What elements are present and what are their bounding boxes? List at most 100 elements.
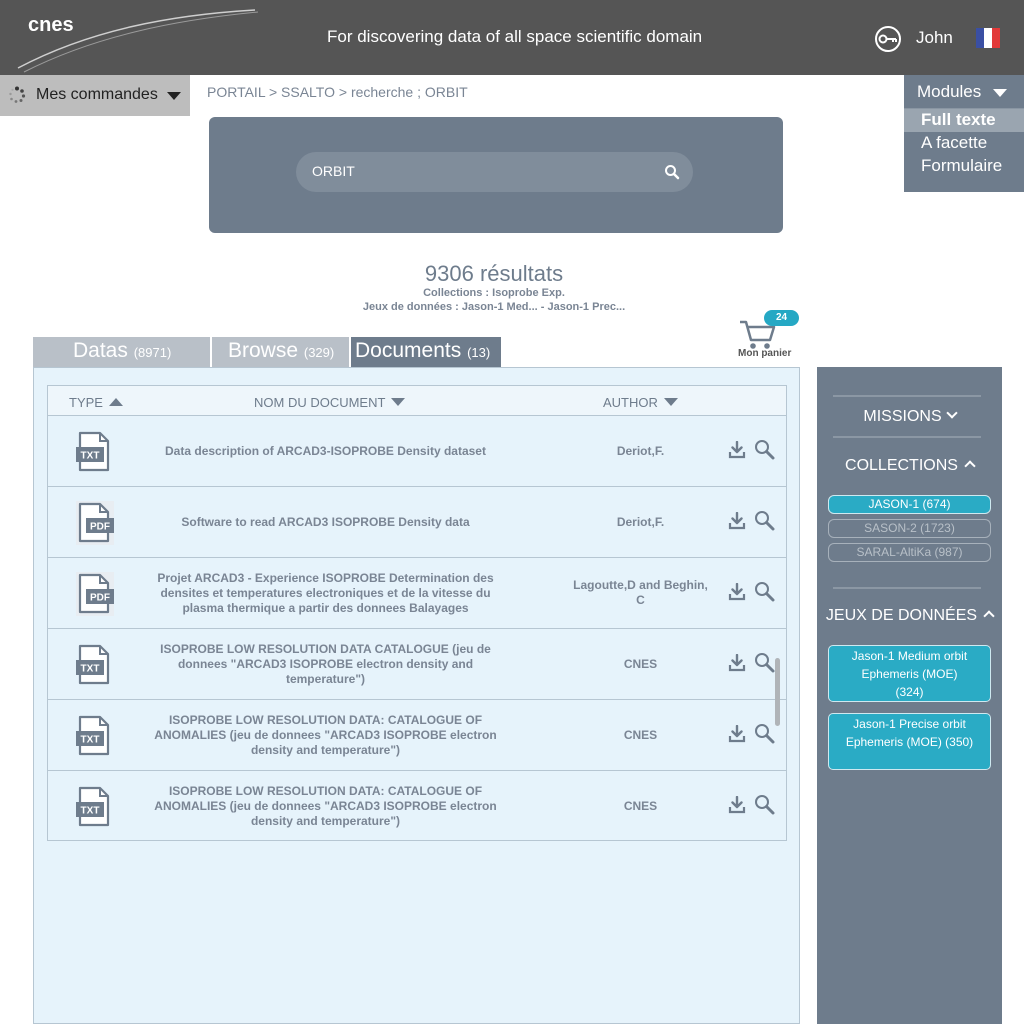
collection-filter[interactable]: SASON-2 (1723) — [828, 519, 991, 538]
swoosh-decoration — [17, 9, 259, 73]
svg-text:TXT: TXT — [81, 806, 100, 817]
search-icon[interactable] — [664, 164, 680, 180]
results-count: 9306 résultats — [424, 261, 564, 286]
document-author: CNES — [623, 656, 658, 671]
search-box — [296, 152, 693, 192]
divider — [833, 587, 981, 589]
search-panel — [209, 117, 783, 233]
dataset-filter-line: Ephemeris (MOE) — [861, 667, 958, 681]
caret-down-icon — [993, 89, 1007, 97]
flag-stripe — [984, 28, 992, 48]
download-icon[interactable] — [728, 582, 746, 605]
facet-missions-toggle[interactable]: MISSIONS — [817, 407, 1002, 426]
download-icon[interactable] — [728, 653, 746, 676]
header-bar: cnes For discovering data of all space s… — [0, 0, 1024, 75]
facet-datasets-toggle[interactable]: JEUX DE DONNÉES — [817, 607, 1002, 625]
modules-toggle[interactable]: Modules — [904, 75, 1024, 109]
sort-by-author[interactable]: AUTHOR — [603, 395, 678, 410]
facet-collections-label: COLLECTIONS — [845, 457, 958, 474]
txt-file-icon: TXT — [76, 714, 114, 762]
modules-label: Modules — [917, 82, 982, 101]
dataset-filter[interactable]: Jason-1 Medium orbit Ephemeris (MOE) (32… — [828, 645, 991, 702]
table-row[interactable]: TXT ISOPROBE LOW RESOLUTION DATA CATALOGU… — [48, 629, 786, 700]
dataset-filter-line: Jason-1 Precise orbit — [853, 717, 966, 731]
table-row[interactable]: PDF Software to read ARCAD3 ISOPROBE Dens… — [48, 487, 786, 558]
sort-by-type[interactable]: TYPE — [69, 395, 123, 410]
tab-documents-label: Documents — [355, 339, 462, 362]
sort-up-icon — [108, 398, 123, 406]
dataset-filter-line: (324) — [895, 685, 924, 699]
results-datasets: Jeux de données : Jason-1 Med... - Jason… — [362, 301, 626, 313]
cnes-logo[interactable]: cnes — [28, 14, 74, 37]
document-name[interactable]: ISOPROBE LOW RESOLUTION DATA: CATALOGUE … — [143, 771, 508, 841]
tab-datas[interactable]: Datas (8971) — [33, 337, 210, 367]
collection-filter[interactable]: SARAL-AltiKa (987) — [828, 543, 991, 562]
facet-datasets-label: JEUX DE DONNÉES — [825, 607, 978, 624]
svg-text:TXT: TXT — [81, 735, 100, 746]
documents-panel: TYPE NOM DU DOCUMENT AUTHOR TXT Data desc… — [33, 367, 800, 1024]
french-flag-icon[interactable] — [976, 28, 1000, 48]
search-input[interactable] — [312, 163, 652, 179]
document-name[interactable]: ISOPROBE LOW RESOLUTION DATA: CATALOGUE … — [143, 700, 508, 770]
orders-dropdown[interactable]: Mes commandes — [0, 75, 190, 116]
module-form[interactable]: Formulaire — [904, 155, 1024, 178]
tab-documents-count: (13) — [467, 345, 491, 360]
col-type-label: TYPE — [69, 395, 103, 410]
facet-collections-toggle[interactable]: COLLECTIONS — [817, 457, 1002, 475]
pdf-file-icon: PDF — [76, 572, 114, 620]
download-icon[interactable] — [728, 440, 746, 463]
user-name[interactable]: John — [916, 28, 953, 48]
sort-by-name[interactable]: NOM DU DOCUMENT — [254, 395, 406, 410]
download-icon[interactable] — [728, 795, 746, 818]
preview-icon[interactable] — [754, 652, 776, 678]
document-name[interactable]: Software to read ARCAD3 ISOPROBE Density… — [143, 487, 508, 557]
breadcrumb[interactable]: PORTAIL > SSALTO > recherche ; ORBIT — [207, 84, 468, 100]
chevron-up-icon — [983, 610, 995, 622]
tab-documents[interactable]: Documents (13) — [351, 337, 501, 367]
cart-count-badge: 24 — [764, 310, 799, 326]
tab-datas-label: Datas — [73, 339, 128, 362]
divider — [833, 395, 981, 397]
preview-icon[interactable] — [754, 439, 776, 465]
document-name[interactable]: Data description of ARCAD3-ISOPROBE Dens… — [143, 416, 508, 486]
preview-icon[interactable] — [754, 510, 776, 536]
preview-icon[interactable] — [754, 581, 776, 607]
col-name-label: NOM DU DOCUMENT — [254, 395, 386, 410]
facets-sidebar: MISSIONS COLLECTIONS JASON-1 (674) SASON… — [817, 367, 1002, 1024]
txt-file-icon: TXT — [76, 430, 114, 478]
sort-down-icon — [391, 398, 406, 406]
chevron-down-icon — [945, 407, 958, 419]
chevron-up-icon — [964, 460, 976, 472]
tab-browse-label: Browse — [228, 339, 299, 362]
header-tagline: For discovering data of all space scient… — [327, 27, 703, 46]
table-row[interactable]: PDF Projet ARCAD3 - Experience ISOPROBE D… — [48, 558, 786, 629]
document-name[interactable]: ISOPROBE LOW RESOLUTION DATA CATALOGUE (… — [143, 629, 508, 699]
flag-stripe — [992, 28, 1000, 48]
preview-icon[interactable] — [754, 723, 776, 749]
cart-button[interactable]: 24 Mon panier — [736, 310, 806, 360]
download-icon[interactable] — [728, 724, 746, 747]
table-row[interactable]: TXT Data description of ARCAD3-ISOPROBE D… — [48, 416, 786, 487]
module-facet[interactable]: A facette — [904, 132, 1024, 155]
table-row[interactable]: TXT ISOPROBE LOW RESOLUTION DATA: CATALOG… — [48, 771, 786, 842]
txt-file-icon: TXT — [76, 643, 114, 691]
dataset-filter[interactable]: Jason-1 Precise orbit Ephemeris (MOE) (3… — [828, 713, 991, 770]
tab-datas-count: (8971) — [133, 345, 172, 360]
col-author-label: AUTHOR — [603, 395, 658, 410]
collection-filter[interactable]: JASON-1 (674) — [828, 495, 991, 514]
tab-browse[interactable]: Browse (329) — [212, 337, 349, 367]
table-row[interactable]: TXT ISOPROBE LOW RESOLUTION DATA: CATALOG… — [48, 700, 786, 771]
cart-label: Mon panier — [738, 348, 792, 359]
divider — [833, 436, 981, 438]
preview-icon[interactable] — [754, 794, 776, 820]
dataset-filter-line: Ephemeris (MOE) (350) — [845, 735, 974, 749]
download-icon[interactable] — [728, 511, 746, 534]
module-full-text[interactable]: Full texte — [904, 109, 1024, 132]
facet-missions-label: MISSIONS — [863, 408, 942, 425]
login-key-icon[interactable] — [874, 25, 902, 53]
document-author: Lagoutte,D and Beghin, C — [573, 578, 708, 607]
scrollbar[interactable] — [775, 658, 780, 726]
sort-down-icon — [663, 398, 678, 406]
document-name[interactable]: Projet ARCAD3 - Experience ISOPROBE Dete… — [143, 558, 508, 628]
svg-text:PDF: PDF — [90, 522, 110, 533]
